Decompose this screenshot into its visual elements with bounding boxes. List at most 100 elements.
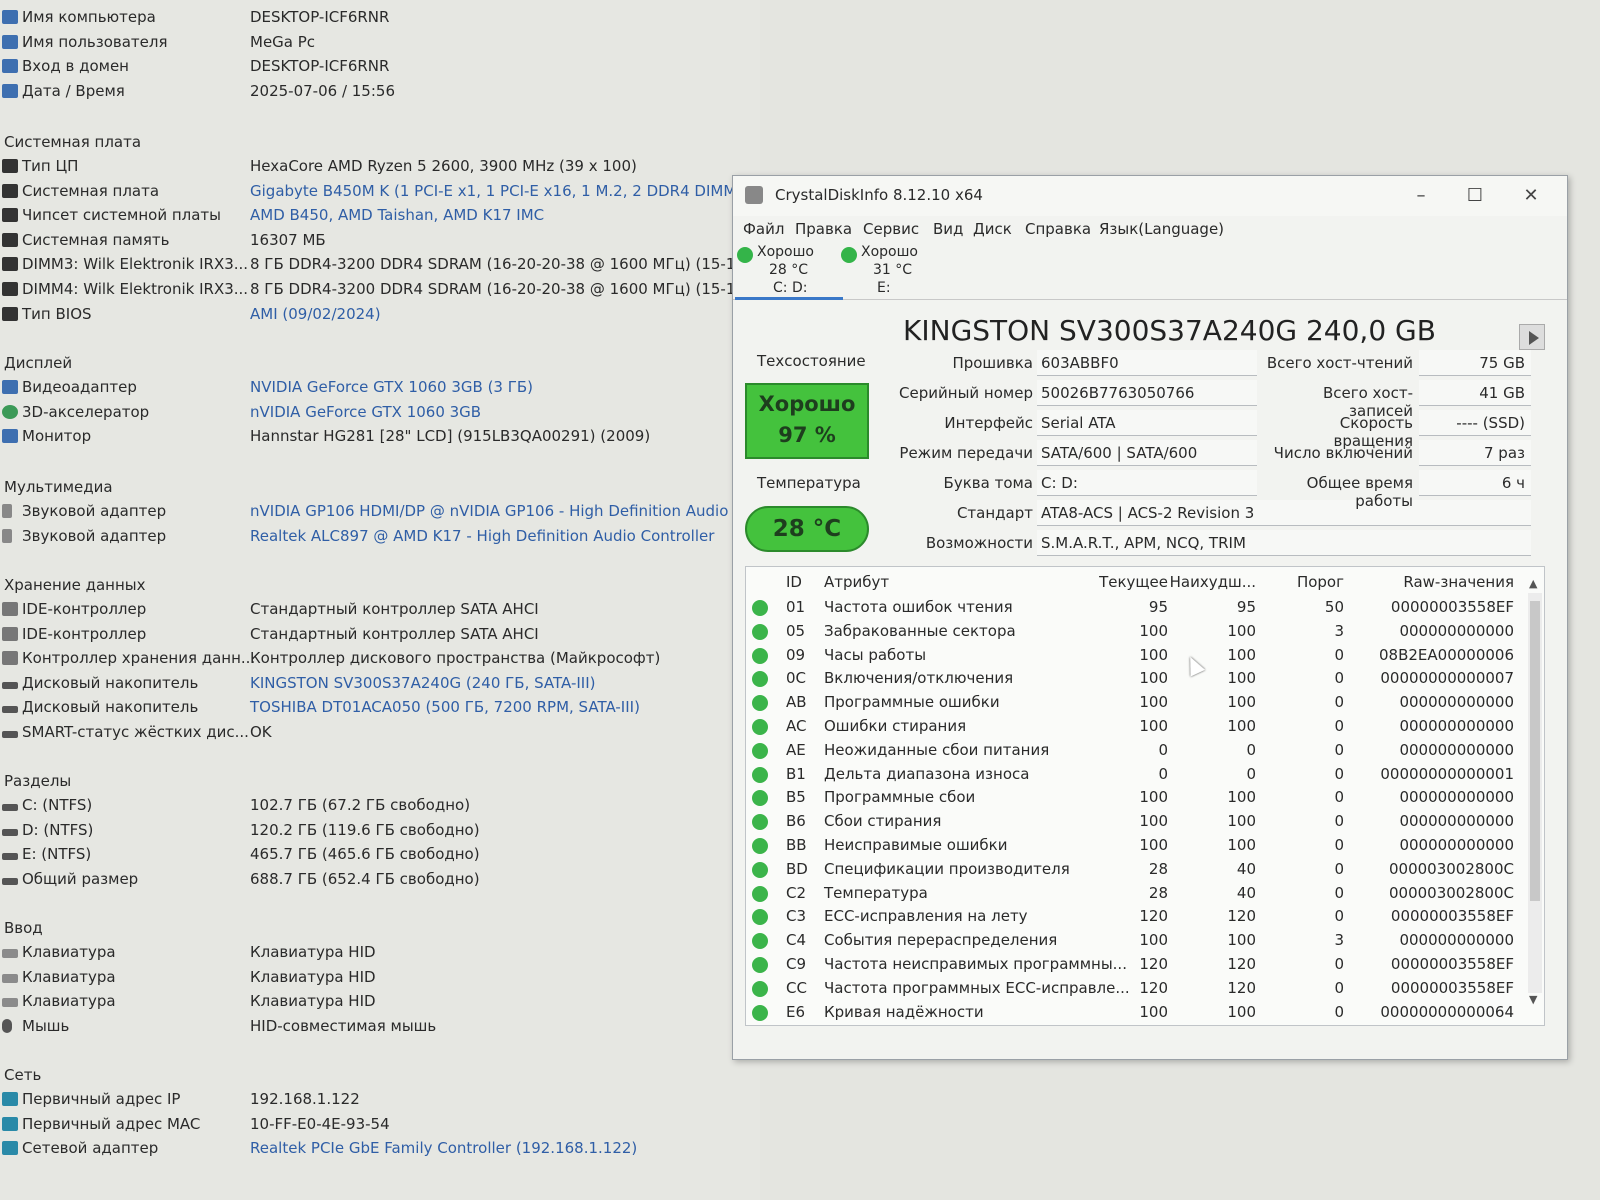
smart-row[interactable]: AC Ошибки стирания 100 100 0 000000000000 bbox=[746, 714, 1544, 738]
smart-row[interactable]: B6 Сбои стирания 100 100 0 000000000000 bbox=[746, 809, 1544, 833]
smart-threshold: 50 bbox=[1324, 598, 1344, 616]
row-value[interactable]: Gigabyte B450M K (1 PCI-E x1, 1 PCI-E x1… bbox=[250, 182, 760, 200]
maximize-button[interactable]: ☐ bbox=[1455, 182, 1495, 210]
status-good-icon bbox=[752, 838, 768, 854]
row-label: Мышь bbox=[22, 1016, 70, 1035]
close-button[interactable]: ✕ bbox=[1511, 182, 1551, 210]
smart-threshold: 0 bbox=[1334, 645, 1344, 664]
header-id[interactable]: ID bbox=[786, 573, 802, 591]
smart-current: 100 bbox=[1139, 621, 1168, 640]
stat-value[interactable]: 7 раз bbox=[1419, 440, 1531, 466]
temperature-label: Температура bbox=[757, 474, 861, 492]
smart-row[interactable]: B5 Программные сбои 100 100 0 000000000000 bbox=[746, 785, 1544, 809]
smart-row[interactable]: C9 Частота неисправимых программны... 120 1… bbox=[746, 952, 1544, 976]
smart-row[interactable]: C2 Температура 28 40 0 000003002800C bbox=[746, 881, 1544, 905]
info-value[interactable]: 50026B7763050766 bbox=[1037, 380, 1257, 406]
row-label: Звуковой адаптер bbox=[22, 502, 167, 520]
header-attribute[interactable]: Атрибут bbox=[824, 573, 889, 591]
row-value[interactable]: Realtek ALC897 @ AMD K17 - High Definiti… bbox=[250, 527, 714, 545]
header-current[interactable]: Текущее bbox=[1099, 573, 1168, 591]
smart-row[interactable]: 05 Забракованные сектора 100 100 3 0000000000… bbox=[746, 619, 1544, 643]
scrollbar-thumb[interactable] bbox=[1530, 601, 1540, 901]
next-disk-button[interactable] bbox=[1519, 324, 1545, 350]
row-value[interactable]: nVIDIA GP106 HDMI/DP @ nVIDIA GP106 - Hi… bbox=[250, 502, 747, 520]
scroll-down-icon[interactable]: ▼ bbox=[1529, 993, 1537, 1006]
row-value: Клавиатура HID bbox=[250, 943, 376, 961]
smart-row[interactable]: AB Программные ошибки 100 100 0 000000000000 bbox=[746, 690, 1544, 714]
row-value[interactable]: KINGSTON SV300S37A240G (240 ГБ, SATA-III… bbox=[250, 674, 595, 692]
smart-row[interactable]: 0C Включения/отключения 100 100 0 00000000000… bbox=[746, 666, 1544, 690]
menu-item[interactable]: Файл bbox=[743, 220, 784, 238]
minimize-button[interactable]: – bbox=[1401, 182, 1441, 210]
info-value[interactable]: C: D: bbox=[1037, 470, 1257, 496]
row-label: Клавиатура bbox=[22, 943, 116, 961]
disk-tab-letters: C: D: bbox=[773, 280, 808, 296]
smart-id: AC bbox=[786, 717, 807, 735]
health-status-badge[interactable]: Хорошо 97 % bbox=[745, 383, 869, 459]
header-raw[interactable]: Raw-значения bbox=[1403, 573, 1514, 591]
smart-row[interactable]: 01 Частота ошибок чтения 95 95 50 00000003558… bbox=[746, 595, 1544, 619]
info-value[interactable]: S.M.A.R.T., APM, NCQ, TRIM bbox=[1037, 530, 1531, 556]
disk-tab[interactable]: Хорошо 31 °C E: bbox=[839, 242, 947, 300]
smart-threshold: 0 bbox=[1334, 1002, 1344, 1021]
info-row: Первичный адрес IP 192.168.1.122 bbox=[0, 1088, 720, 1110]
smart-row[interactable]: C4 События перераспределения 100 100 3 000000… bbox=[746, 928, 1544, 952]
audio-icon bbox=[2, 528, 12, 543]
row-value[interactable]: AMD B450, AMD Taishan, AMD K17 IMC bbox=[250, 206, 544, 224]
row-label: SMART-статус жёстких дис... bbox=[22, 723, 249, 741]
smart-row[interactable]: AE Неожиданные сбои питания 0 0 0 00000000000… bbox=[746, 738, 1544, 762]
row-value: Стандартный контроллер SATA AHCI bbox=[250, 624, 539, 643]
smart-row[interactable]: CC Частота программных ECC-исправле... 120… bbox=[746, 976, 1544, 1000]
smart-id: BB bbox=[786, 836, 807, 854]
row-value: 2025-07-06 / 15:56 bbox=[250, 82, 395, 100]
title-bar[interactable]: CrystalDiskInfo 8.12.10 x64 – ☐ ✕ bbox=[733, 176, 1567, 216]
motherboard-icon bbox=[2, 183, 18, 198]
smart-id: 01 bbox=[786, 598, 806, 616]
smart-row[interactable]: E6 Кривая надёжности 100 100 0 00000000000064 bbox=[746, 1000, 1544, 1024]
storage-controller-icon bbox=[2, 651, 18, 666]
info-row: C: (NTFS) 102.7 ГБ (67.2 ГБ свободно) bbox=[0, 794, 720, 816]
menu-item[interactable]: Справка bbox=[1025, 220, 1091, 238]
info-key: Возможности bbox=[925, 534, 1033, 552]
status-good-icon bbox=[752, 647, 768, 664]
smart-threshold: 0 bbox=[1334, 740, 1344, 759]
row-value[interactable]: AMI (09/02/2024) bbox=[250, 305, 381, 323]
stat-value[interactable]: 75 GB bbox=[1419, 350, 1531, 376]
smart-row[interactable]: BD Спецификации производителя 28 40 0 0000030… bbox=[746, 857, 1544, 881]
status-good-icon bbox=[752, 909, 768, 926]
disk-tab-temp: 31 °C bbox=[873, 262, 913, 278]
menu-item[interactable]: Вид bbox=[933, 220, 963, 238]
header-threshold[interactable]: Порог bbox=[1297, 573, 1344, 591]
info-row: Монитор Hannstar HG281 [28" LCD] (915LB3Q… bbox=[0, 425, 720, 447]
menu-item[interactable]: Правка bbox=[795, 220, 852, 238]
smart-table-header: ID Атрибут Текущее Наихудш... Порог Raw-… bbox=[746, 567, 1544, 593]
row-value[interactable]: Realtek PCIe GbE Family Controller (192.… bbox=[250, 1139, 637, 1157]
smart-row[interactable]: B1 Дельта диапазона износа 0 0 0 000000000000… bbox=[746, 762, 1544, 786]
info-value[interactable]: 603ABBF0 bbox=[1037, 350, 1257, 376]
smart-row[interactable]: BB Неисправимые ошибки 100 100 0 000000000000 bbox=[746, 833, 1544, 857]
scroll-up-icon[interactable]: ▲ bbox=[1529, 577, 1537, 590]
smart-row[interactable]: C3 ECC-исправления на лету 120 120 0 00000003… bbox=[746, 904, 1544, 928]
stat-value[interactable]: 6 ч bbox=[1419, 470, 1531, 496]
menu-item[interactable]: Язык(Language) bbox=[1099, 220, 1224, 238]
row-value: 102.7 ГБ (67.2 ГБ свободно) bbox=[250, 796, 471, 814]
info-value[interactable]: Serial ATA bbox=[1037, 410, 1257, 436]
menu-item[interactable]: Сервис bbox=[863, 220, 919, 238]
partition-icon bbox=[2, 828, 18, 836]
smart-row[interactable]: 09 Часы работы 100 100 0 08B2EA00000006 bbox=[746, 643, 1544, 667]
row-value[interactable]: nVIDIA GeForce GTX 1060 3GB bbox=[250, 403, 481, 421]
smart-threshold: 3 bbox=[1334, 931, 1344, 950]
row-label: Звуковой адаптер bbox=[22, 526, 167, 545]
temperature-badge[interactable]: 28 °C bbox=[745, 506, 869, 552]
smart-scrollbar[interactable]: ▲ ▼ bbox=[1528, 577, 1542, 1006]
stat-value[interactable]: 41 GB bbox=[1419, 380, 1531, 406]
info-value[interactable]: SATA/600 | SATA/600 bbox=[1037, 440, 1257, 466]
menu-item[interactable]: Диск bbox=[973, 220, 1012, 238]
mouse-icon bbox=[2, 1018, 12, 1033]
row-value[interactable]: TOSHIBA DT01ACA050 (500 ГБ, 7200 RPM, SA… bbox=[250, 698, 640, 716]
stat-value[interactable]: ---- (SSD) bbox=[1419, 410, 1531, 436]
disk-tab[interactable]: Хорошо 28 °C C: D: bbox=[735, 242, 843, 300]
smart-id: 05 bbox=[786, 621, 806, 640]
row-value[interactable]: NVIDIA GeForce GTX 1060 3GB (3 ГБ) bbox=[250, 378, 533, 396]
header-worst[interactable]: Наихудш... bbox=[1170, 573, 1256, 591]
